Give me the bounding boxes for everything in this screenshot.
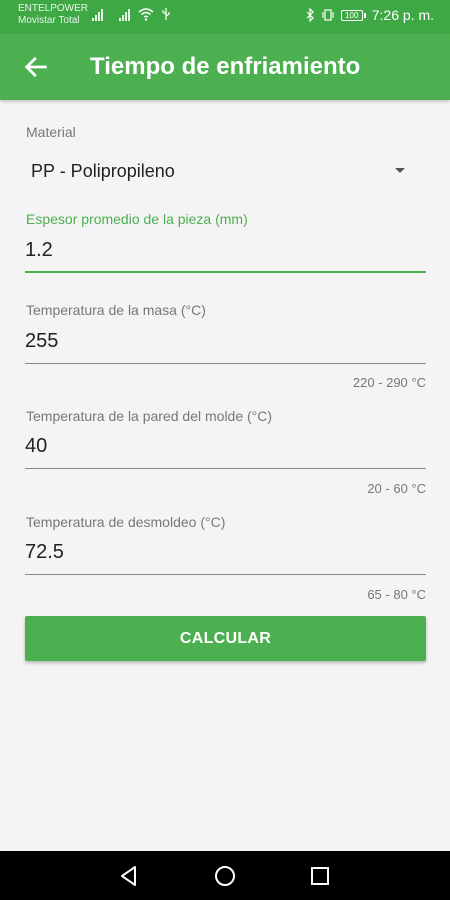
app-bar: Tiempo de enfriamiento xyxy=(0,34,450,100)
arrow-back-icon[interactable] xyxy=(22,53,50,81)
temp-desmoldeo-range: 65 - 80 °C xyxy=(367,587,426,602)
home-circle-icon[interactable] xyxy=(212,863,238,889)
carrier-1: ENTELPOWER xyxy=(18,3,89,14)
navigation-bar xyxy=(0,851,450,900)
battery-level: 100 xyxy=(340,9,363,21)
dropdown-arrow-icon xyxy=(395,168,405,173)
espesor-input[interactable] xyxy=(25,233,426,273)
espesor-label: Espesor promedio de la pieza (mm) xyxy=(26,211,248,227)
temp-desmoldeo-input[interactable] xyxy=(25,535,426,575)
calcular-button[interactable]: CALCULAR xyxy=(25,616,426,661)
carrier-info: ENTELPOWER Movistar Total xyxy=(18,3,88,27)
back-triangle-icon[interactable] xyxy=(116,863,142,889)
clock: 7:26 p. m. xyxy=(371,7,434,23)
recents-square-icon[interactable] xyxy=(307,863,333,889)
signal-2-icon xyxy=(119,9,130,21)
bluetooth-icon xyxy=(306,8,314,22)
signal-1-icon xyxy=(92,9,103,21)
wifi-icon xyxy=(138,8,154,21)
status-bar: ENTELPOWER Movistar Total 100 7:26 p. m. xyxy=(0,0,450,34)
temp-pared-range: 20 - 60 °C xyxy=(367,481,426,496)
vibrate-icon xyxy=(322,9,334,21)
battery-icon: 100 xyxy=(340,9,366,21)
material-label: Material xyxy=(26,124,76,140)
temp-desmoldeo-label: Temperatura de desmoldeo (°C) xyxy=(26,514,226,530)
status-right: 100 7:26 p. m. xyxy=(305,7,434,23)
page-title: Tiempo de enfriamiento xyxy=(90,53,361,80)
temp-masa-range: 220 - 290 °C xyxy=(352,375,426,390)
temp-masa-label: Temperatura de la masa (°C) xyxy=(26,302,206,318)
carrier-2: Movistar Total xyxy=(18,15,80,26)
usb-icon xyxy=(162,8,170,20)
temp-pared-label: Temperatura de la pared del molde (°C) xyxy=(26,408,273,424)
temp-pared-input[interactable] xyxy=(25,429,426,469)
material-value: PP - Polipropileno xyxy=(31,161,175,181)
temp-masa-input[interactable] xyxy=(25,324,426,364)
